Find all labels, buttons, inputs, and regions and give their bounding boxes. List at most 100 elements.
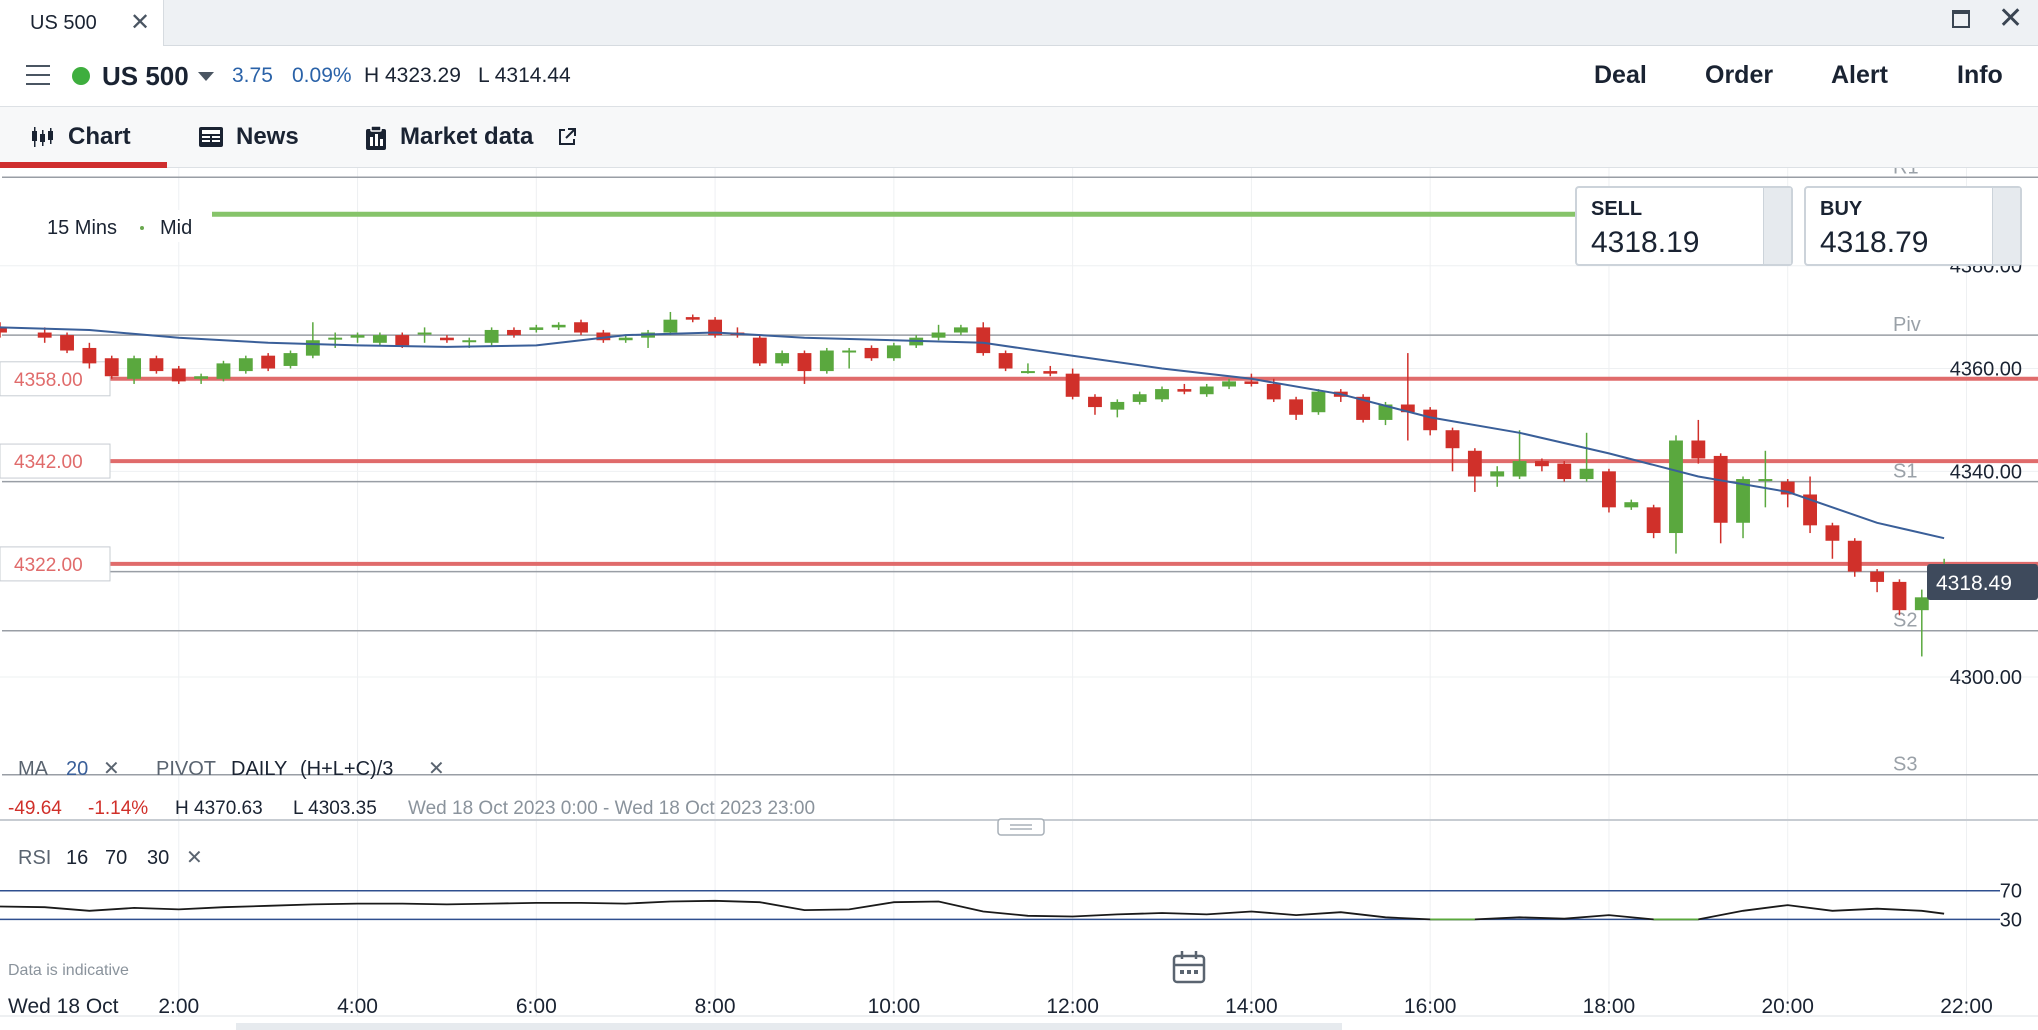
info-button[interactable]: Info xyxy=(1957,61,2003,90)
candlestick-icon xyxy=(32,127,53,147)
close-icon[interactable]: ✕ xyxy=(130,8,150,37)
sell-ticket[interactable]: SELL 4318.19 xyxy=(1575,186,1793,266)
period-low: L 4303.35 xyxy=(293,798,377,819)
period-range: Wed 18 Oct 2023 0:00 - Wed 18 Oct 2023 2… xyxy=(408,798,815,819)
view-tabs: Chart News Market data xyxy=(0,107,2038,168)
candle-body xyxy=(194,376,209,379)
remove-pivot-icon[interactable]: ✕ xyxy=(428,758,445,780)
pivot-label: S1 xyxy=(1893,461,1917,483)
rsi-lower-setting[interactable]: 30 xyxy=(147,847,169,869)
candle-body xyxy=(931,332,946,338)
candle-body xyxy=(507,329,521,336)
candle-body xyxy=(842,350,857,353)
pivot-period[interactable]: DAILY xyxy=(231,758,287,780)
pane-resize-handle[interactable] xyxy=(997,818,1045,836)
buy-ticket[interactable]: BUY 4318.79 xyxy=(1804,186,2022,266)
candle-body xyxy=(1155,389,1169,400)
order-button[interactable]: Order xyxy=(1705,61,1773,90)
pivot-indicator-label[interactable]: PIVOT xyxy=(156,758,216,780)
tab-chart-label: Chart xyxy=(68,123,131,150)
ma-indicator-label[interactable]: MA xyxy=(18,758,49,780)
buy-price: 4318.79 xyxy=(1820,226,1929,259)
window-titlebar: US 500 ✕ ✕ xyxy=(0,0,2038,46)
pivot-label: S3 xyxy=(1893,754,1917,776)
window-close-icon[interactable]: ✕ xyxy=(1998,4,2023,34)
price-type-selector[interactable]: Mid xyxy=(160,217,192,239)
buy-ticket-edge xyxy=(1992,188,2020,264)
candle-body xyxy=(685,317,700,320)
tab-chart[interactable]: Chart xyxy=(0,107,167,168)
candle-body xyxy=(1892,581,1907,611)
alert-label: 4342.00 xyxy=(14,452,83,473)
data-disclaimer: Data is indicative xyxy=(8,962,129,979)
time-axis: 2:00 4:00 6:00 8:00 10:00 12:00 14:00 16:00 18:0… xyxy=(158,995,1992,1018)
candle-body xyxy=(775,353,790,364)
candle-body xyxy=(1534,461,1549,467)
candle-body xyxy=(1222,381,1236,387)
price-axis-label: 4360.00 xyxy=(1950,359,2022,381)
period-change-percent: -1.14% xyxy=(88,798,148,819)
candle-body xyxy=(953,327,968,333)
candle-body xyxy=(328,337,343,340)
candle-body xyxy=(60,335,74,351)
candle-body xyxy=(1691,440,1706,459)
calendar-icon[interactable] xyxy=(1172,951,1206,984)
candle-body xyxy=(618,337,633,341)
rsi-period[interactable]: 16 xyxy=(66,847,88,869)
chart-settings-overlay[interactable]: 15 Mins Mid xyxy=(0,210,210,242)
candle-body xyxy=(976,327,991,354)
remove-rsi-icon[interactable]: ✕ xyxy=(186,847,203,869)
deal-button[interactable]: Deal xyxy=(1594,61,1647,90)
rsi-upper-setting[interactable]: 70 xyxy=(105,847,127,869)
window-tab[interactable]: US 500 ✕ xyxy=(0,0,164,46)
candle-body xyxy=(1579,468,1594,480)
hamburger-menu-icon[interactable] xyxy=(26,65,50,85)
candle-body xyxy=(1110,401,1125,410)
time-axis-label: 12:00 xyxy=(1046,995,1099,1018)
window-tab-title: US 500 xyxy=(30,12,97,34)
candle-body xyxy=(1266,383,1281,400)
tab-market-data[interactable]: Market data xyxy=(362,107,592,168)
current-price-marker: 4318.49 xyxy=(1927,563,2038,600)
candle-body xyxy=(797,353,812,372)
candle-body xyxy=(1490,471,1505,477)
candle-body xyxy=(171,368,186,382)
rsi-legend: RSI 16 70 30 ✕ xyxy=(18,847,203,869)
candle-body xyxy=(864,347,879,359)
time-axis-label: 18:00 xyxy=(1583,995,1636,1018)
time-axis-label: 22:00 xyxy=(1940,995,1993,1018)
rsi-axis-label: 30 xyxy=(2000,909,2022,931)
sell-ticket-edge xyxy=(1763,188,1791,264)
chevron-down-icon[interactable] xyxy=(198,72,214,81)
candle-body xyxy=(1423,409,1438,431)
candle-body xyxy=(574,322,588,333)
remove-ma-icon[interactable]: ✕ xyxy=(103,758,120,780)
interval-selector[interactable]: 15 Mins xyxy=(47,217,117,239)
rsi-pane: 7030 xyxy=(0,881,2022,931)
candle-body xyxy=(752,337,767,364)
candle-body xyxy=(417,332,432,335)
sell-label: SELL xyxy=(1591,198,1643,220)
candle-body xyxy=(216,363,231,379)
candle-body xyxy=(1244,381,1259,384)
candle-body xyxy=(1713,455,1728,523)
maximize-icon[interactable] xyxy=(1952,10,1970,28)
time-axis-label: 20:00 xyxy=(1761,995,1814,1018)
instrument-name[interactable]: US 500 xyxy=(102,61,189,92)
rsi-indicator-label[interactable]: RSI xyxy=(18,847,51,869)
horizontal-scrollbar[interactable] xyxy=(236,1023,1342,1030)
candle-body xyxy=(998,353,1013,369)
tab-news[interactable]: News xyxy=(194,107,314,168)
alert-button[interactable]: Alert xyxy=(1831,61,1888,90)
period-summary: -49.64 -1.14% H 4370.63 L 4303.35 Wed 18… xyxy=(8,798,815,819)
price-chart[interactable]: R1PivS1S2S3 4358.004342.004322.00 4380.0… xyxy=(0,168,2038,1030)
candle-body xyxy=(1021,371,1035,374)
candle-body xyxy=(1132,394,1147,402)
tab-market-data-label: Market data xyxy=(400,123,534,150)
ma-period[interactable]: 20 xyxy=(66,758,88,780)
alert-label: 4358.00 xyxy=(14,370,83,391)
candle-body xyxy=(37,332,52,338)
pivot-formula[interactable]: (H+L+C)/3 xyxy=(300,758,393,780)
candle-body xyxy=(1199,386,1214,395)
newspaper-icon xyxy=(199,127,223,147)
